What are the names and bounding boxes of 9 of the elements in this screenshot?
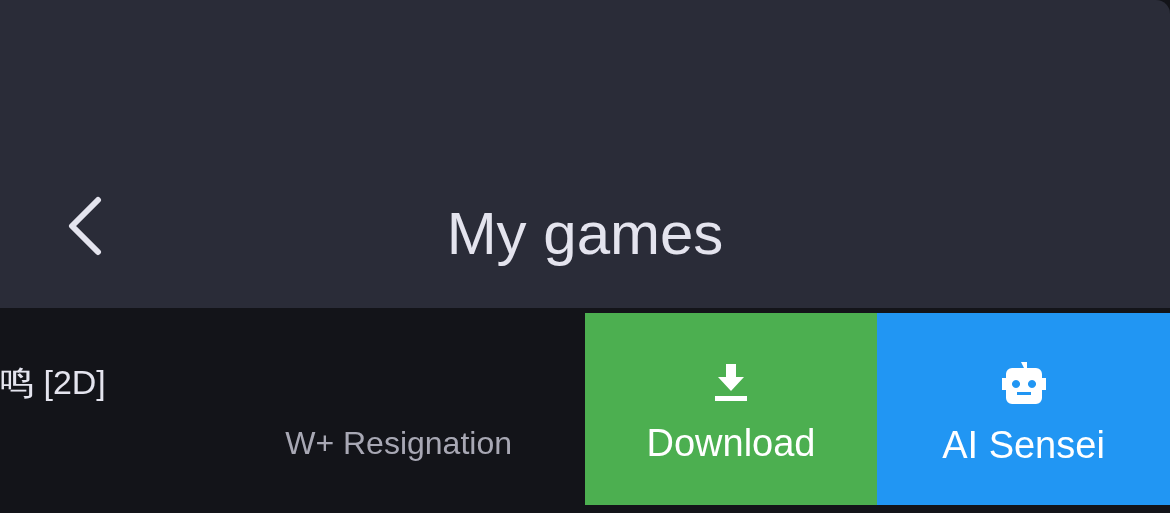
download-button[interactable]: Download xyxy=(585,313,877,505)
page-title: My games xyxy=(446,204,724,264)
ai-sensei-button[interactable]: AI Sensei xyxy=(877,313,1170,505)
game-title: 鸣 [2D] xyxy=(0,365,106,399)
game-row[interactable]: 鸣 [2D] W+ Resignation xyxy=(0,313,585,505)
game-result: W+ Resignation xyxy=(285,427,512,459)
back-icon[interactable] xyxy=(66,196,102,256)
download-icon xyxy=(714,364,748,402)
robot-icon xyxy=(999,362,1048,404)
